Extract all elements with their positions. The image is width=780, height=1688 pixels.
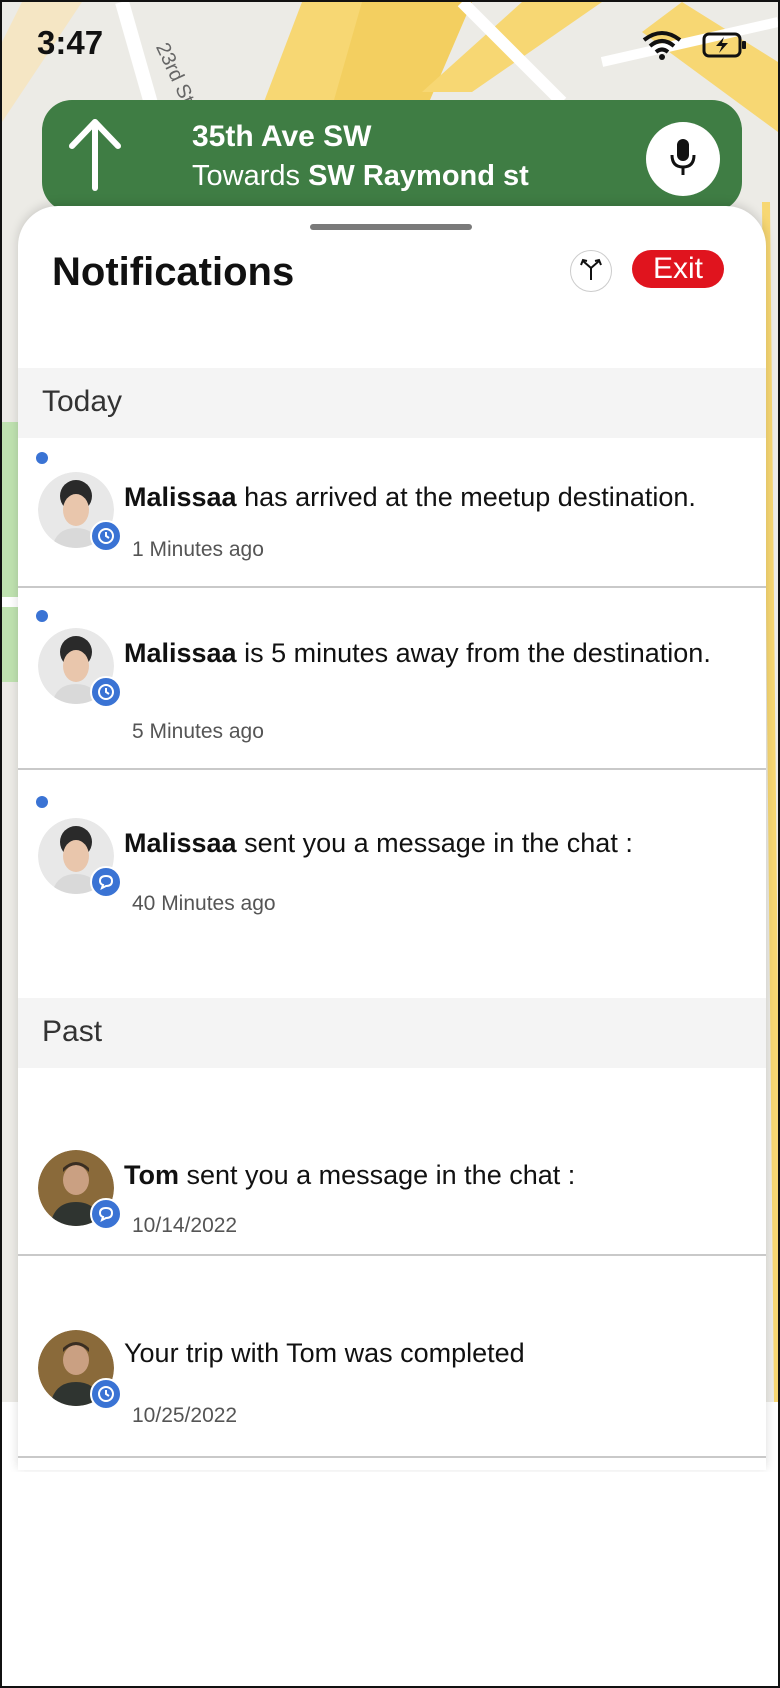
notification-body: Your trip with Tom was completed bbox=[124, 1338, 525, 1368]
notification-body: sent you a message in the chat : bbox=[186, 1160, 576, 1190]
section-title-past: Past bbox=[42, 1015, 103, 1048]
navigation-banner[interactable]: 35th Ave SW Towards SW Raymond st bbox=[42, 100, 742, 212]
nav-street: 35th Ave SW bbox=[192, 120, 372, 153]
straight-arrow-icon bbox=[62, 118, 128, 199]
exit-button[interactable]: Exit bbox=[632, 250, 724, 288]
nav-towards-street: SW Raymond st bbox=[308, 160, 529, 192]
section-header-today: Today bbox=[18, 368, 766, 438]
clock-icon bbox=[90, 1378, 122, 1410]
notification-time: 10/25/2022 bbox=[132, 1404, 238, 1427]
notification-sender: Malissaa bbox=[124, 482, 237, 512]
battery-charging-icon bbox=[702, 31, 748, 64]
notification-item[interactable]: Tom sent you a message in the chat : 10/… bbox=[18, 1068, 766, 1256]
status-icons bbox=[642, 30, 748, 65]
nav-towards: Towards SW Raymond st bbox=[192, 160, 529, 193]
route-split-icon bbox=[578, 256, 604, 287]
notification-time: 40 Minutes ago bbox=[132, 892, 276, 915]
status-time: 3:47 bbox=[37, 24, 104, 61]
chat-icon bbox=[90, 1198, 122, 1230]
notification-item[interactable]: Malissaa sent you a message in the chat … bbox=[18, 770, 766, 1000]
notification-text: Malissaa sent you a message in the chat … bbox=[124, 828, 633, 859]
notification-item[interactable]: Your trip with Tom was completed 10/25/2… bbox=[18, 1256, 766, 1458]
notification-text: Your trip with Tom was completed bbox=[124, 1338, 525, 1369]
notification-time: 5 Minutes ago bbox=[132, 720, 264, 743]
unread-dot bbox=[36, 796, 48, 808]
notification-item[interactable]: Malissaa has arrived at the meetup desti… bbox=[18, 438, 766, 588]
notification-item[interactable]: Malissaa is 5 minutes away from the dest… bbox=[18, 588, 766, 770]
notification-sender: Malissaa bbox=[124, 828, 237, 858]
bottom-area bbox=[2, 1472, 778, 1686]
notification-sender: Tom bbox=[124, 1160, 179, 1190]
notification-sender: Malissaa bbox=[124, 638, 237, 668]
notification-time: 10/14/2022 bbox=[132, 1214, 238, 1237]
sheet-drag-handle[interactable] bbox=[310, 224, 472, 230]
notification-body: is 5 minutes away from the destination. bbox=[244, 638, 711, 668]
route-options-button[interactable] bbox=[570, 250, 612, 292]
nav-towards-prefix: Towards bbox=[192, 160, 300, 192]
status-bar: 3:47 bbox=[2, 2, 778, 92]
notification-text: Malissaa has arrived at the meetup desti… bbox=[124, 482, 696, 513]
app-frame: 23rd St 3:47 35th Ave SW Towards SW Raym… bbox=[0, 0, 780, 1688]
notification-time: 1 Minutes ago bbox=[132, 538, 264, 561]
page-title: Notifications bbox=[52, 250, 295, 294]
notification-text: Tom sent you a message in the chat : bbox=[124, 1160, 575, 1191]
clock-icon bbox=[90, 676, 122, 708]
notifications-sheet: Notifications Exit Today Malissaa has ar… bbox=[18, 206, 766, 1470]
notification-text: Malissaa is 5 minutes away from the dest… bbox=[124, 638, 711, 669]
notification-body: has arrived at the meetup destination. bbox=[244, 482, 696, 512]
microphone-icon bbox=[668, 137, 698, 182]
notification-body: sent you a message in the chat : bbox=[244, 828, 633, 858]
clock-icon bbox=[90, 520, 122, 552]
section-header-past: Past bbox=[18, 998, 766, 1068]
chat-icon bbox=[90, 866, 122, 898]
unread-dot bbox=[36, 610, 48, 622]
unread-dot bbox=[36, 452, 48, 464]
wifi-icon bbox=[642, 30, 682, 65]
microphone-button[interactable] bbox=[646, 122, 720, 196]
section-title-today: Today bbox=[42, 385, 123, 418]
